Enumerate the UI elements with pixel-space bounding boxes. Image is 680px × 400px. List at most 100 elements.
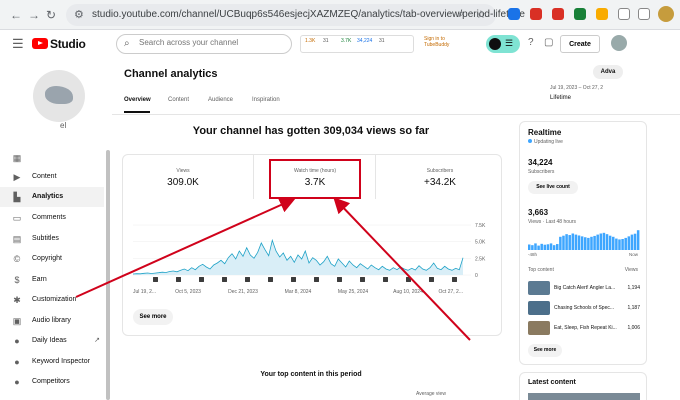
realtime-bar <box>571 233 575 250</box>
tab-audience[interactable]: Audience <box>208 97 233 103</box>
stat-5: 31 <box>379 38 385 44</box>
channel-avatar[interactable] <box>33 70 85 122</box>
extension-icon-2[interactable] <box>530 8 542 20</box>
channel-avatar-button[interactable] <box>611 35 627 51</box>
video-marker <box>222 277 227 282</box>
sidebar-item-dashboard[interactable]: ▦ <box>0 148 104 168</box>
sidebar-item-customization[interactable]: ✱ Customization <box>0 290 104 310</box>
extension-icon-4[interactable] <box>574 8 586 20</box>
realtime-bar <box>568 235 571 250</box>
tab-strip-icon[interactable] <box>638 8 650 20</box>
pill-menu-icon: ☰ <box>505 38 514 48</box>
realtime-bar <box>556 244 559 250</box>
help-icon[interactable]: ? <box>528 37 534 48</box>
date-range-text[interactable]: Jul 19, 2023 – Oct 27, 2 <box>550 85 603 91</box>
advanced-mode-button[interactable]: Adva <box>593 65 623 79</box>
tab-content[interactable]: Content <box>168 97 189 103</box>
address-bar[interactable]: ⚙ studio.youtube.com/channel/UCBuqp6s546… <box>66 4 525 26</box>
bookmark-star-icon[interactable]: ☆ <box>476 8 486 21</box>
sidebar-scrollbar[interactable] <box>106 150 110 400</box>
back-icon[interactable]: ← <box>10 8 22 22</box>
realtime-bar <box>565 234 568 250</box>
feedback-icon[interactable]: ▢ <box>544 37 553 48</box>
sidebar-item-audio-library[interactable]: ▣ Audio library <box>0 311 104 331</box>
menu-icon[interactable]: ☰ <box>12 36 24 52</box>
sidebar-item-analytics[interactable]: ▙ Analytics <box>0 187 104 207</box>
search-box[interactable]: ⌕ <box>116 34 292 54</box>
extension-icon-3[interactable] <box>552 8 564 20</box>
latest-content-thumbnail[interactable] <box>528 393 640 400</box>
metric-views-tab[interactable]: Views 309.0K <box>123 155 243 199</box>
sidebar-item-competitors[interactable]: ● Competitors <box>0 372 104 392</box>
top-content-title: Your top content in this period <box>260 371 362 378</box>
browser-profile-avatar[interactable] <box>658 6 674 22</box>
search-page-icon[interactable]: ⌕ <box>458 8 464 21</box>
metric-label: Views <box>176 168 190 174</box>
studio-logo-text[interactable]: Studio <box>50 37 86 51</box>
tubebuddy-menu-pill[interactable]: ☰ <box>486 35 520 53</box>
realtime-bar <box>593 235 596 250</box>
reload-icon[interactable]: ↻ <box>46 8 56 22</box>
search-input[interactable] <box>139 38 289 47</box>
metric-subscribers-tab[interactable]: Subscribers +34.2K <box>377 155 503 199</box>
realtime-bar <box>552 245 556 250</box>
date-range-label[interactable]: Lifetime <box>550 95 571 101</box>
views-column-label: Views <box>624 267 638 273</box>
video-marker <box>199 277 204 282</box>
sidebar-item-label: Earn <box>32 276 47 283</box>
metric-value: 309.0K <box>167 177 199 188</box>
axis-right-label: Now <box>628 252 638 257</box>
extension-icon-1[interactable] <box>508 8 520 20</box>
realtime-bar <box>618 239 621 250</box>
metric-value: +34.2K <box>424 177 456 188</box>
realtime-bar <box>584 237 587 250</box>
realtime-bar <box>612 236 615 250</box>
top-content-row[interactable]: Eat, Sleep, Fish Repeat Ki... 1,006 <box>528 320 640 336</box>
see-more-button[interactable]: See more <box>133 309 173 325</box>
extension-icon-5[interactable] <box>596 8 608 20</box>
sidebar-item-subtitles[interactable]: ▤ Subtitles <box>0 229 104 249</box>
sidebar-item-content[interactable]: ▶ Content <box>0 167 104 187</box>
realtime-views-value: 3,663 <box>528 208 549 217</box>
realtime-bar <box>605 234 609 250</box>
video-marker <box>153 277 158 282</box>
sidebar-item-comments[interactable]: ▭ Comments <box>0 208 104 228</box>
video-title: Big Catch Alert! Angler La... <box>554 285 616 291</box>
sidebar-item-copyright[interactable]: © Copyright <box>0 249 104 269</box>
page-title: Channel analytics <box>124 68 218 80</box>
tab-overview[interactable]: Overview <box>124 97 151 103</box>
create-button[interactable]: Create <box>560 35 600 53</box>
x-tick-label: Mar 8, 2024 <box>285 289 312 295</box>
sidebar-item-daily-ideas[interactable]: ● Daily Ideas ↗ <box>0 331 104 351</box>
updating-live-text: Updating live <box>528 139 563 145</box>
sidebar-item-keyword-inspector[interactable]: ● Keyword Inspector <box>0 352 104 372</box>
site-info-icon[interactable]: ⚙ <box>74 8 84 21</box>
x-tick-label: Oct 27, 2... <box>439 289 463 295</box>
tubebuddy-signin-link[interactable]: Sign in to TubeBuddy <box>424 36 449 48</box>
realtime-subscribers-label: Subscribers <box>528 169 555 175</box>
sidebar-item-earn[interactable]: $ Earn <box>0 270 104 290</box>
video-marker <box>337 277 342 282</box>
x-tick-label: May 25, 2024 <box>338 289 369 295</box>
realtime-bar <box>540 243 543 250</box>
active-tab-underline <box>124 111 150 113</box>
forward-icon[interactable]: → <box>28 8 40 22</box>
video-thumbnail <box>528 301 550 315</box>
tab-inspiration[interactable]: Inspiration <box>252 97 280 103</box>
top-content-row[interactable]: Big Catch Alert! Angler La... 1,194 <box>528 280 640 296</box>
video-views: 1,194 <box>627 285 640 291</box>
sidebar: el ▦ ▶ Content ▙ Analytics ▭ Comments ▤ … <box>0 58 112 400</box>
dashboard-icon: ▦ <box>12 153 22 163</box>
keyword-icon: ● <box>14 357 20 367</box>
tabs-divider <box>112 114 680 115</box>
see-live-count-button[interactable]: See live count <box>528 181 578 194</box>
browser-chrome: ← → ↻ ⚙ studio.youtube.com/channel/UCBuq… <box>0 0 680 30</box>
realtime-bar <box>580 236 584 250</box>
youtube-logo-icon[interactable] <box>32 38 48 49</box>
extensions-puzzle-icon[interactable] <box>618 8 630 20</box>
x-tick-label: Aug 10, 2024 <box>393 289 423 295</box>
realtime-see-more-button[interactable]: See more <box>528 344 562 357</box>
top-content-row[interactable]: Chasing Schools of Spec... 1,187 <box>528 300 640 316</box>
realtime-bar <box>537 245 540 250</box>
realtime-subscribers-value: 34,224 <box>528 158 553 167</box>
